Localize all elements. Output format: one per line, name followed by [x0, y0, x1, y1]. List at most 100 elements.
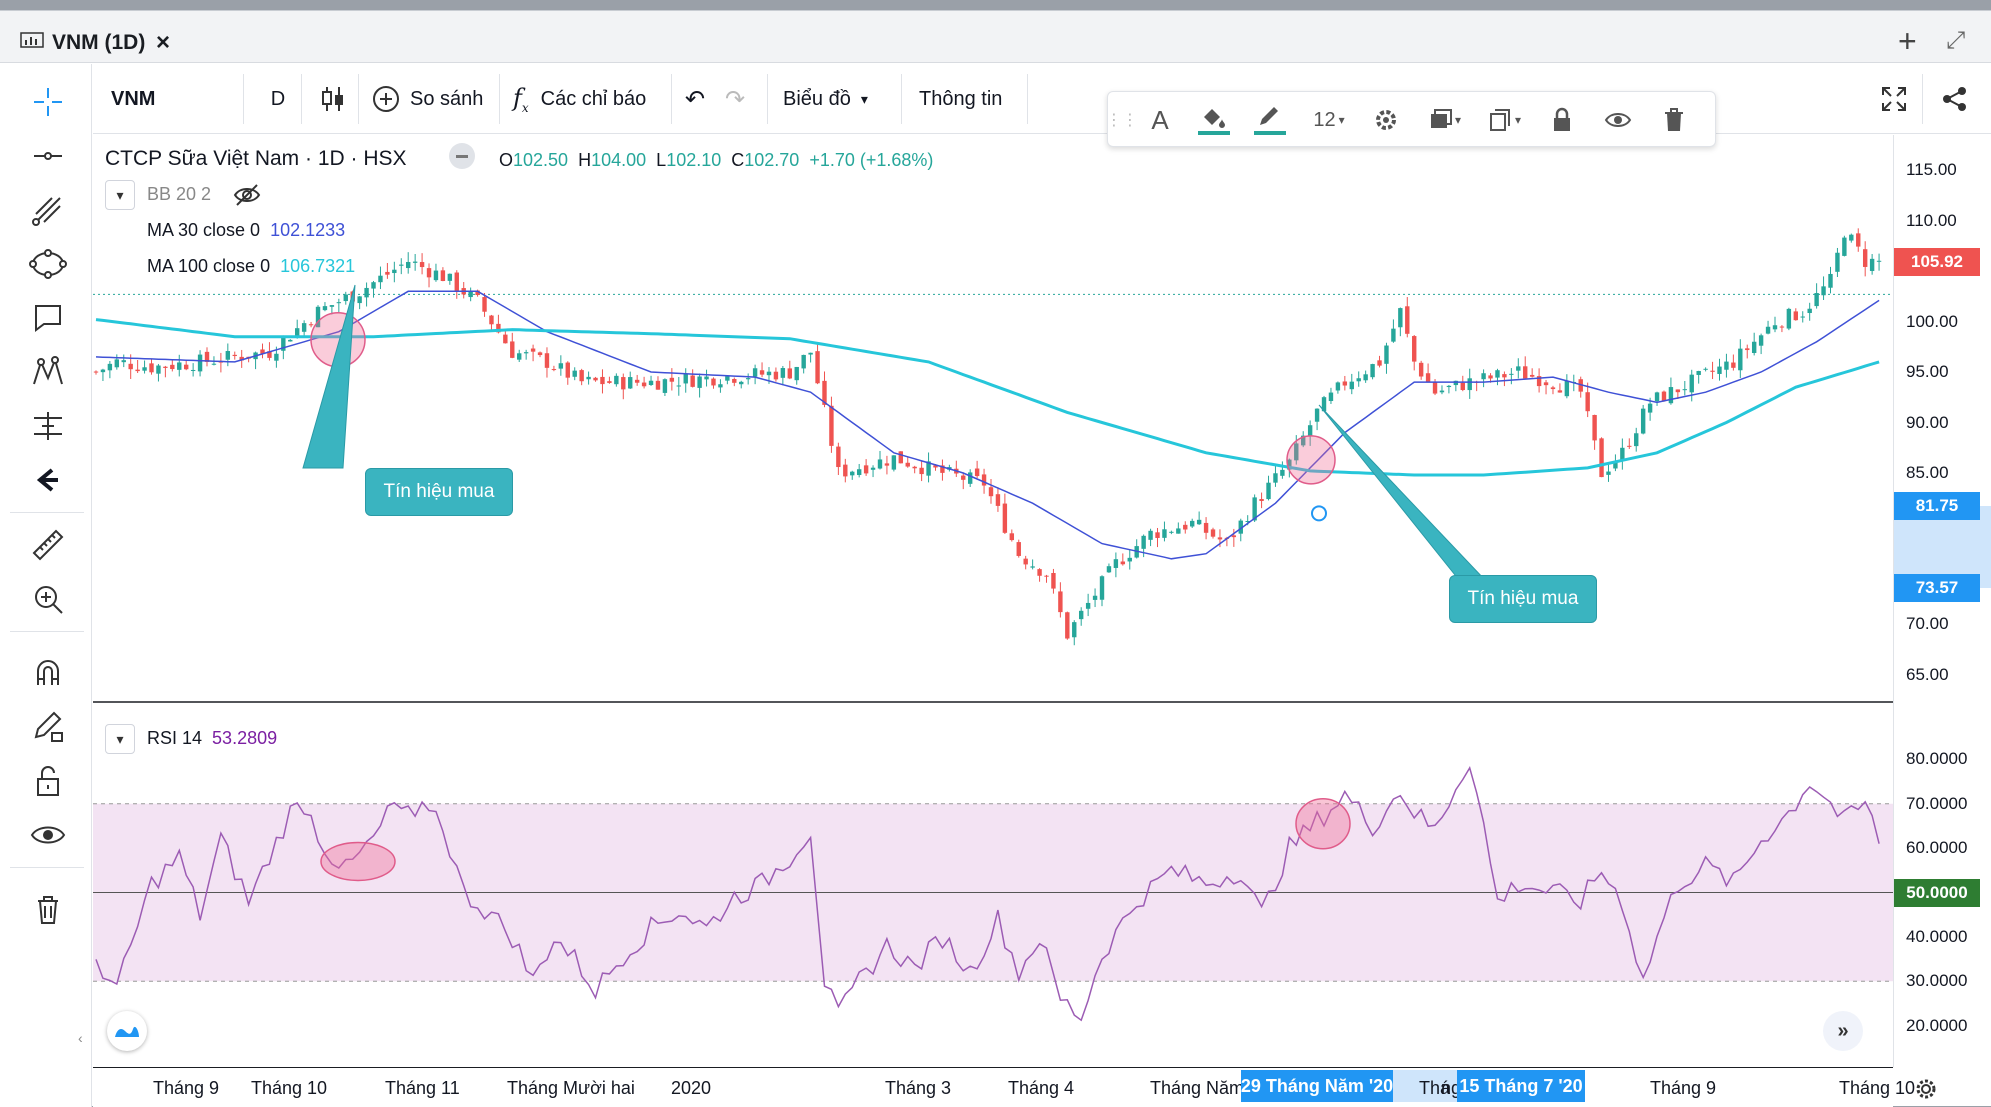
time-tick-label: Tháng 10 — [251, 1078, 328, 1098]
visibility-tool[interactable] — [22, 812, 74, 858]
rsi-tick-label: 20.0000 — [1906, 1015, 1968, 1035]
prediction-tool[interactable] — [22, 403, 74, 449]
candle-body — [1183, 524, 1188, 530]
tradingview-logo-button[interactable] — [107, 1011, 147, 1051]
redo-button[interactable]: ↷ — [725, 64, 755, 134]
candle-body — [364, 287, 369, 298]
collapse-sidebar-icon[interactable]: ‹ — [78, 1030, 83, 1046]
info-button[interactable]: Thông tin — [919, 64, 1019, 134]
buy-signal-callout-1[interactable]: Tín hiệu mua — [365, 468, 513, 516]
scroll-to-realtime-button[interactable]: » — [1823, 1011, 1863, 1051]
collapse-rsi-button[interactable]: ▾ — [105, 724, 135, 754]
clone-icon — [1489, 109, 1510, 131]
chart-style-button[interactable] — [313, 64, 353, 134]
zoom-tool[interactable] — [22, 576, 74, 622]
candle-body — [1176, 528, 1181, 534]
eye-hidden-icon[interactable] — [233, 183, 261, 207]
candle-body — [1543, 382, 1549, 386]
annotation-tool[interactable] — [22, 295, 74, 341]
chart-area[interactable]: CTCP Sữa Việt Nam · 1D · HSX O102.50 H10… — [93, 135, 1893, 1067]
candle-body — [836, 446, 841, 468]
crosshair-tool[interactable] — [22, 79, 74, 125]
indicators-button[interactable]: fx Các chỉ báo — [513, 64, 663, 134]
expand-window-button[interactable]: ⤢ — [1946, 27, 1965, 55]
lock-drawing-tool[interactable] — [22, 704, 74, 750]
candle-body — [1488, 375, 1493, 379]
candle-body — [856, 469, 862, 475]
candle-body — [1696, 370, 1701, 375]
candle-body — [1647, 403, 1653, 413]
candle-body — [107, 363, 113, 371]
time-tick-label: Tháng 11 — [385, 1078, 460, 1098]
ellipse-icon — [29, 249, 67, 279]
compare-button[interactable]: So sánh — [371, 64, 496, 134]
arrow-left-icon — [36, 468, 58, 492]
rsi-highlight-1 — [320, 841, 396, 882]
candle-body — [641, 382, 647, 387]
delete-drawings-tool[interactable] — [22, 886, 74, 932]
minus-button[interactable] — [449, 143, 475, 169]
candle-body — [676, 385, 681, 387]
candle-body — [572, 370, 577, 377]
candle-body — [1758, 335, 1764, 346]
fib-tool[interactable] — [22, 187, 74, 233]
candle-body — [988, 487, 994, 497]
separator — [301, 74, 302, 124]
unlock-tool[interactable] — [22, 758, 74, 804]
interval-button[interactable]: D — [258, 64, 298, 134]
collapse-legend-button[interactable]: ▾ — [105, 180, 135, 210]
chart-type-dropdown[interactable]: Biểu đồ ▾ — [783, 64, 893, 134]
pattern-tool[interactable] — [22, 349, 74, 395]
fullscreen-button[interactable] — [1874, 64, 1914, 134]
time-tick-label: Tháng 9 — [153, 1078, 220, 1098]
ruler-tool[interactable] — [22, 522, 74, 568]
candle-body — [336, 302, 342, 304]
candle-body — [308, 324, 314, 326]
candle-body — [1550, 387, 1556, 390]
trend-line-tool[interactable] — [22, 133, 74, 179]
candle-body — [1772, 325, 1778, 330]
rsi-legend: RSI 14 53.2809 — [147, 728, 278, 748]
candle-body — [1876, 260, 1882, 262]
separator — [671, 74, 672, 124]
candle-body — [454, 272, 459, 292]
buy-signal-callout-2[interactable]: Tín hiệu mua — [1449, 575, 1597, 623]
candle-body — [690, 375, 695, 387]
candle-body — [780, 368, 786, 378]
candle-body — [544, 353, 550, 368]
undo-button[interactable]: ↶ — [685, 64, 715, 134]
pitchfork-icon — [32, 197, 61, 226]
candle-body — [995, 494, 1001, 506]
symbol-search-button[interactable]: VNM — [111, 64, 231, 134]
candle-body — [870, 467, 876, 470]
magnet-icon — [37, 660, 59, 685]
candle-body — [1044, 575, 1049, 577]
back-tool[interactable] — [22, 457, 74, 503]
candle-body — [1821, 286, 1826, 296]
magnet-tool[interactable] — [22, 650, 74, 696]
shape-tool[interactable] — [22, 241, 74, 287]
candle-body — [523, 352, 529, 354]
candle-body — [1148, 530, 1153, 540]
candle-body — [1779, 326, 1785, 328]
candle-body — [142, 367, 147, 371]
pattern-icon — [33, 356, 63, 385]
candle-body — [1654, 392, 1660, 402]
candle-body — [1141, 535, 1146, 549]
price-axis[interactable]: 115.00110.00105.00100.0095.0090.0085.008… — [1893, 135, 1991, 1067]
add-tab-button[interactable]: + — [1898, 23, 1917, 60]
candle-body — [1349, 381, 1354, 390]
chart-canvas[interactable] — [93, 135, 1893, 1067]
window-title: VNM (1D) — [52, 31, 146, 54]
candle-body — [1460, 382, 1465, 391]
candle-body — [697, 376, 702, 388]
gear-icon[interactable] — [1913, 1076, 1939, 1102]
close-tab-button[interactable]: × — [156, 29, 170, 57]
time-axis[interactable]: Tháng 9 Tháng 10 Tháng 11 Tháng Mười hai 202… — [93, 1067, 1936, 1107]
candle-body — [163, 366, 168, 368]
candle-body — [745, 378, 751, 380]
share-button[interactable] — [1935, 64, 1975, 134]
candle-body — [1405, 306, 1410, 334]
candle-body — [1523, 366, 1528, 379]
candle-body — [919, 467, 924, 475]
